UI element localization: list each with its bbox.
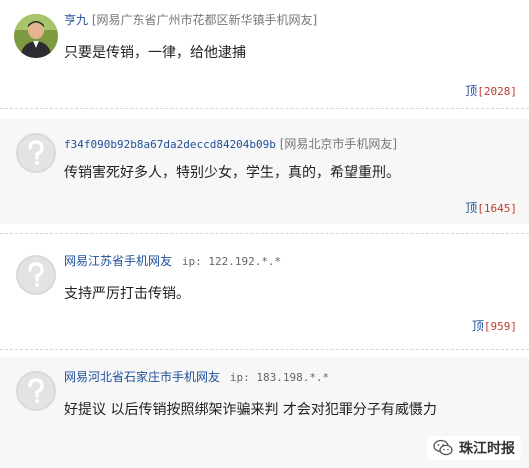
comment-text: 好提议 以后传销按照绑架诈骗来判 才会对犯罪分子有威慑力	[64, 402, 437, 418]
watermark-label: 珠江时报	[459, 441, 515, 457]
upvote-label: 顶	[471, 319, 484, 333]
upvote-button[interactable]: 顶[1645]	[465, 201, 517, 216]
upvote-button[interactable]: 顶[2028]	[465, 84, 517, 99]
comment-ip: ip: 183.198.*.*	[229, 371, 330, 384]
comment-username[interactable]: 网易河北省石家庄市手机网友	[64, 370, 220, 384]
comment-username[interactable]: 亨九	[64, 13, 88, 27]
upvote-button[interactable]: 顶[959]	[472, 319, 517, 334]
comment-header: 网易江苏省手机网友 ip: 122.192.*.*	[64, 253, 281, 270]
comment-username[interactable]: f34f090b92b8a67da2deccd84204b09b	[64, 138, 276, 151]
comment-location: [网易广东省广州市花都区新华镇手机网友]	[91, 13, 318, 27]
question-mark-icon	[28, 262, 44, 287]
avatar-photo-icon	[14, 14, 58, 58]
upvote-label: 顶	[465, 84, 478, 98]
comment-header: 网易河北省石家庄市手机网友 ip: 183.198.*.*	[64, 369, 329, 386]
comment-header: 亨九 [网易广东省广州市花都区新华镇手机网友]	[64, 12, 317, 28]
comment-divider	[0, 233, 529, 234]
comment-text: 传销害死好多人，特别少女，学生，真的，希望重刑。	[64, 165, 400, 181]
comment-divider	[0, 349, 529, 350]
comment-text: 支持严厉打击传销。	[64, 286, 190, 302]
default-avatar-icon[interactable]	[16, 133, 56, 173]
watermark: 珠江时报	[427, 436, 521, 460]
upvote-count: [2028]	[477, 85, 517, 98]
user-avatar[interactable]	[14, 14, 58, 58]
comment-location: [网易北京市手机网友]	[279, 137, 398, 151]
upvote-label: 顶	[465, 201, 478, 215]
comment-item: 亨九 [网易广东省广州市花都区新华镇手机网友] 只要是传销，一律，给他逮捕 顶[…	[0, 0, 529, 108]
comment-item: f34f090b92b8a67da2deccd84204b09b [网易北京市手…	[0, 119, 529, 224]
question-mark-icon	[28, 140, 44, 165]
default-avatar-icon[interactable]	[16, 255, 56, 295]
upvote-count: [959]	[483, 320, 517, 333]
question-mark-icon	[28, 378, 44, 403]
wechat-icon	[433, 439, 453, 456]
comment-divider	[0, 108, 529, 109]
default-avatar-icon[interactable]	[16, 371, 56, 411]
comment-item: 网易江苏省手机网友 ip: 122.192.*.* 支持严厉打击传销。 顶[95…	[0, 241, 529, 341]
upvote-count: [1645]	[477, 202, 517, 215]
comment-ip: ip: 122.192.*.*	[181, 255, 282, 268]
comment-username[interactable]: 网易江苏省手机网友	[64, 254, 172, 268]
comment-text: 只要是传销，一律，给他逮捕	[64, 45, 246, 61]
comment-header: f34f090b92b8a67da2deccd84204b09b [网易北京市手…	[64, 136, 397, 153]
